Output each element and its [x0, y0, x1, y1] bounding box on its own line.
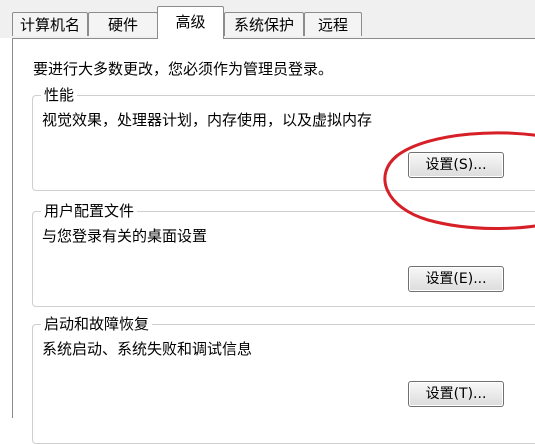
user-profiles-settings-button[interactable]: 设置(E)... — [408, 266, 504, 292]
startup-recovery-settings-button[interactable]: 设置(T)... — [408, 381, 504, 407]
user-profiles-group: 用户配置文件 与您登录有关的桌面设置 设置(E)... — [32, 201, 535, 307]
performance-group-title: 性能 — [41, 85, 78, 105]
admin-notice: 要进行大多数更改，您必须作为管理员登录。 — [33, 60, 334, 78]
tab-remote[interactable]: 远程 — [304, 12, 362, 36]
user-profiles-description: 与您登录有关的桌面设置 — [42, 227, 208, 245]
performance-description: 视觉效果，处理器计划，内存使用，以及虚拟内存 — [42, 111, 373, 129]
advanced-tab-page: 要进行大多数更改，您必须作为管理员登录。 性能 视觉效果，处理器计划，内存使用，… — [12, 38, 535, 444]
performance-settings-button[interactable]: 设置(S)... — [408, 152, 504, 178]
startup-recovery-description: 系统启动、系统失败和调试信息 — [42, 340, 253, 358]
tab-strip: 计算机名 硬件 高级 系统保护 远程 — [0, 0, 535, 39]
tab-system-protection[interactable]: 系统保护 — [224, 12, 304, 36]
tab-advanced[interactable]: 高级 — [157, 6, 224, 39]
user-profiles-group-title: 用户配置文件 — [41, 201, 138, 221]
startup-recovery-group-title: 启动和故障恢复 — [41, 314, 153, 334]
performance-group: 性能 视觉效果，处理器计划，内存使用，以及虚拟内存 设置(S)... — [32, 85, 535, 191]
tab-computer-name[interactable]: 计算机名 — [12, 12, 88, 36]
startup-recovery-group: 启动和故障恢复 系统启动、系统失败和调试信息 设置(T)... — [32, 314, 535, 444]
tab-hardware[interactable]: 硬件 — [88, 12, 158, 36]
